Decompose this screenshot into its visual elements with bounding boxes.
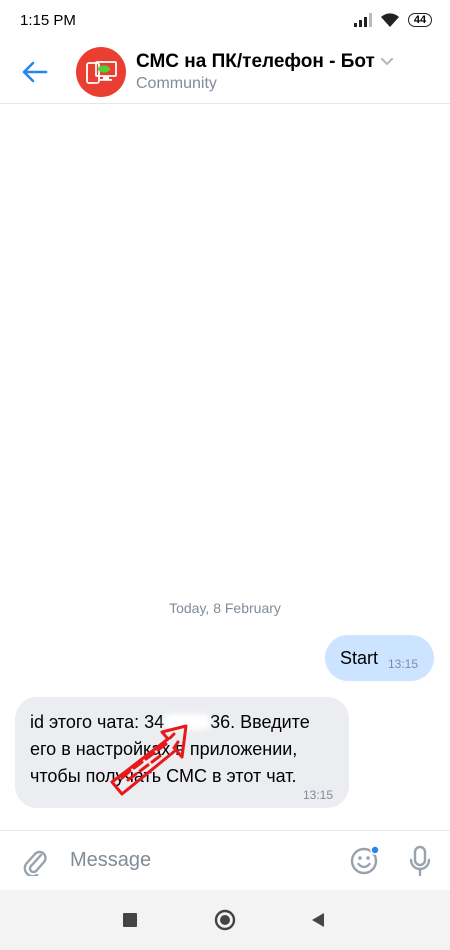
chat-title-block[interactable]: СМС на ПК/телефон - Бот Community (136, 51, 393, 93)
signal-icon (354, 13, 372, 27)
status-bar: 1:15 PM 44 (0, 0, 450, 40)
outgoing-message-time: 13:15 (387, 657, 418, 671)
message-input[interactable] (70, 849, 340, 872)
voice-button[interactable] (390, 845, 450, 877)
incoming-message-time: 13:15 (302, 788, 333, 802)
recents-button[interactable] (100, 890, 160, 950)
back-nav-button[interactable] (288, 890, 348, 950)
community-avatar[interactable] (76, 46, 126, 97)
chat-title: СМС на ПК/телефон - Бот (136, 50, 375, 72)
system-navigation-bar (0, 890, 450, 950)
back-arrow-icon (22, 61, 48, 82)
wifi-icon (381, 12, 399, 27)
message-composer (0, 830, 450, 890)
emoji-button[interactable] (340, 844, 390, 877)
back-button[interactable] (0, 40, 70, 104)
outgoing-message[interactable]: Start 13:15 (324, 635, 434, 681)
status-icons: 44 (354, 12, 432, 28)
annotation-arrow-icon (110, 724, 188, 796)
smiley-icon (350, 844, 380, 874)
battery-indicator: 44 (408, 13, 432, 27)
message-line-1b: 36. Введите (210, 712, 310, 732)
triangle-back-icon (312, 913, 324, 927)
chevron-down-icon[interactable] (380, 57, 393, 66)
microphone-icon (409, 845, 431, 876)
home-button[interactable] (195, 890, 255, 950)
attach-button[interactable] (0, 846, 70, 876)
date-separator: Today, 8 February (169, 600, 281, 616)
square-icon (123, 913, 137, 927)
sms-devices-icon (86, 60, 117, 84)
status-time: 1:15 PM (20, 11, 76, 29)
paperclip-icon (23, 850, 47, 876)
chat-subtitle: Community (136, 74, 217, 92)
chat-header: СМС на ПК/телефон - Бот Community (0, 40, 450, 104)
outgoing-message-text: Start (339, 647, 378, 668)
circle-icon (214, 909, 236, 931)
